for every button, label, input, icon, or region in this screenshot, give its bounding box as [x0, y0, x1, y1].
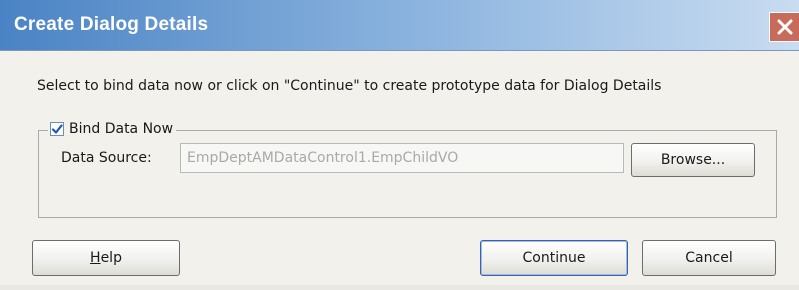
data-source-field[interactable]: [180, 143, 624, 173]
bind-data-now-checkbox[interactable]: [50, 122, 64, 136]
browse-button[interactable]: Browse...: [631, 143, 755, 177]
data-source-label: Data Source:: [61, 150, 152, 166]
close-icon: [777, 19, 792, 35]
bind-data-now-row[interactable]: Bind Data Now: [48, 121, 177, 137]
title-bar: Create Dialog Details: [0, 0, 799, 51]
close-button[interactable]: [769, 12, 799, 42]
help-mnemonic: H: [90, 250, 101, 266]
dialog-bottom-edge: [0, 285, 799, 290]
help-button[interactable]: Help: [32, 240, 180, 276]
cancel-button[interactable]: Cancel: [642, 240, 776, 276]
continue-button[interactable]: Continue: [480, 240, 628, 276]
instruction-text: Select to bind data now or click on "Con…: [37, 78, 662, 94]
help-label: elp: [100, 250, 122, 266]
dialog-title: Create Dialog Details: [14, 14, 209, 35]
checkmark-icon: [51, 124, 63, 134]
bind-data-now-label: Bind Data Now: [69, 121, 174, 137]
